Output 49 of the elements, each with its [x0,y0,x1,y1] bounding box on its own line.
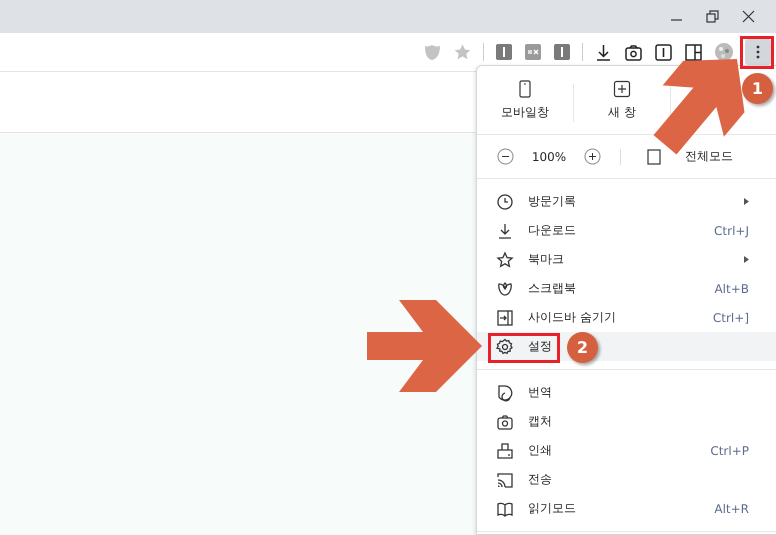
sidebar-icon [496,308,514,326]
download-icon [496,222,514,240]
download-icon[interactable] [594,42,613,62]
shortcut-text: Ctrl+J [714,224,749,238]
menu-item[interactable]: 방문기록 [477,187,776,216]
printer-icon [496,442,514,460]
camera-icon[interactable] [624,42,643,62]
shortcut-text: Alt+B [714,282,749,296]
zoom-level: 100% [530,150,568,164]
top-menu-button[interactable]: 새 창 [574,66,670,134]
star-icon [496,250,514,268]
panel-icon[interactable] [654,42,673,62]
menu-item[interactable]: 다운로드 Ctrl+J [477,216,776,245]
menu-item[interactable]: 스크랩북 Alt+B [477,274,776,303]
menu-item[interactable]: 인쇄 Ctrl+P [477,436,776,465]
leaf-icon [496,280,514,298]
new-window-icon [613,80,631,98]
avatar-icon[interactable] [714,42,734,62]
shortcut-text: Ctrl+P [710,444,749,458]
zoom-out-icon[interactable] [497,148,514,165]
settings-icon [496,338,514,356]
menu-item[interactable]: 읽기모드 Alt+R [477,494,776,523]
star-icon[interactable] [453,42,472,62]
split-view-icon[interactable] [684,42,703,62]
menu-item[interactable]: 번역 [477,378,776,407]
clock-icon [496,192,514,210]
extension-icon[interactable] [553,43,571,61]
zoom-in-icon[interactable] [584,148,601,165]
translate-icon [496,384,514,402]
fullscreen-button[interactable]: 전체모드 [647,148,733,165]
extension-icon[interactable] [495,43,513,61]
menu-item[interactable]: 북마크 [477,245,776,274]
cast-icon [496,470,514,488]
menu-item[interactable]: 전송 [477,465,776,494]
menu-item[interactable]: 사이드바 숨기기 Ctrl+] [477,303,776,332]
camera-icon [496,412,514,430]
highlight-box [488,333,560,363]
menu-button[interactable] [745,39,771,65]
close-icon[interactable] [740,8,756,25]
shortcut-text: Alt+R [714,502,749,516]
top-menu-button[interactable]: 모바일창 [477,66,573,134]
more-icon [756,45,760,59]
fullscreen-icon [647,148,661,164]
highlight-box [740,36,774,69]
extension-icon[interactable] [524,43,542,61]
book-icon [496,500,514,518]
restore-icon[interactable] [704,8,720,25]
menu-item[interactable]: 캡처 [477,407,776,436]
shortcut-text: Ctrl+] [712,310,749,324]
